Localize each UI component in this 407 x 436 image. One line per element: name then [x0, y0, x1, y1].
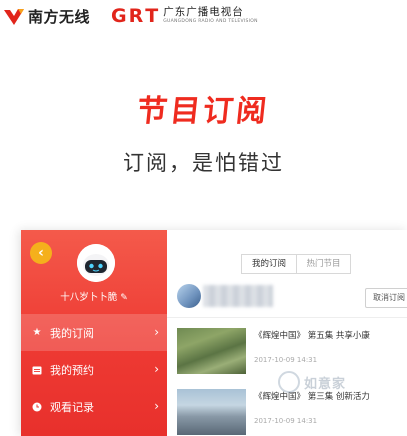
- watermark: 如意家: [278, 371, 346, 393]
- back-button[interactable]: ‹: [30, 242, 52, 264]
- hero-subtitle: 订阅，是怕错过: [123, 151, 284, 175]
- calendar-icon: [31, 364, 43, 376]
- program-time: 2017-10-09 14:31: [254, 356, 318, 364]
- edit-pencil-icon[interactable]: ✎: [120, 293, 128, 303]
- program-thumbnail: [177, 328, 246, 374]
- clock-icon: [31, 401, 43, 413]
- robot-avatar-icon: [77, 244, 115, 282]
- channel-avatar: [177, 284, 201, 308]
- unsubscribe-button[interactable]: 取消订阅: [365, 288, 407, 308]
- sidebar-item-label: 我的订阅: [50, 326, 94, 340]
- avatar[interactable]: [77, 244, 115, 282]
- top-header: 南方无线 G R T 广东广播电视台 GUANGDONG RADIO AND T…: [0, 0, 407, 32]
- tab-hot-programs[interactable]: 热门节目: [296, 254, 351, 274]
- grt-english-name: GUANGDONG RADIO AND TELEVISION: [163, 19, 258, 24]
- watermark-logo-icon: [278, 371, 300, 393]
- watermark-text: 如意家: [304, 376, 347, 392]
- program-time: 2017-10-09 14:31: [254, 417, 318, 425]
- chevron-right-icon: ›: [154, 325, 159, 339]
- user-name: 十八岁卜卜脆: [60, 292, 118, 303]
- grt-letter-g: G: [111, 5, 127, 27]
- content-panel: 我的订阅 热门节目 取消订阅 《辉煌中国》 第五集 共享小康 2017-10-0…: [167, 230, 407, 436]
- chevron-right-icon: ›: [154, 362, 159, 376]
- program-thumbnail: [177, 389, 246, 435]
- grt-letter-t: T: [145, 5, 159, 27]
- sidebar-item-my-reservations[interactable]: 我的预约 ›: [21, 351, 167, 388]
- sidebar-item-watch-history[interactable]: 观看记录 ›: [21, 388, 167, 425]
- user-name-row: 十八岁卜卜脆 ✎: [21, 289, 167, 303]
- sidebar: ‹ 十八岁卜卜脆 ✎ ★ 我的订阅 › 我的预约 › 观看记录 ›: [21, 230, 167, 436]
- hero-title: 节目订阅: [135, 94, 271, 129]
- sidebar-item-label: 观看记录: [50, 400, 94, 414]
- nanfang-v-icon: [4, 8, 24, 25]
- nanfang-logo-text: 南方无线: [28, 8, 91, 26]
- subscription-row: 取消订阅: [167, 280, 407, 318]
- sidebar-menu: ★ 我的订阅 › 我的预约 › 观看记录 ›: [21, 314, 167, 425]
- tab-bar: 我的订阅 热门节目: [241, 254, 351, 274]
- tab-my-subscriptions[interactable]: 我的订阅: [241, 254, 296, 274]
- grt-chinese-name: 广东广播电视台: [163, 6, 244, 18]
- sidebar-item-my-subscriptions[interactable]: ★ 我的订阅 ›: [21, 314, 167, 351]
- star-icon: ★: [32, 327, 42, 338]
- blurred-channel-name: [203, 285, 273, 307]
- grt-letter-r: R: [128, 5, 144, 27]
- chevron-right-icon: ›: [154, 399, 159, 413]
- nanfang-logo: 南方无线: [3, 6, 90, 27]
- app-mockup: ‹ 十八岁卜卜脆 ✎ ★ 我的订阅 › 我的预约 › 观看记录 › 我的订阅 热…: [21, 230, 407, 436]
- chevron-left-icon: ‹: [38, 245, 44, 261]
- sidebar-item-label: 我的预约: [50, 363, 94, 377]
- program-title: 《辉煌中国》 第五集 共享小康: [254, 331, 370, 341]
- grt-logo: G R T 广东广播电视台 GUANGDONG RADIO AND TELEVI…: [111, 6, 258, 26]
